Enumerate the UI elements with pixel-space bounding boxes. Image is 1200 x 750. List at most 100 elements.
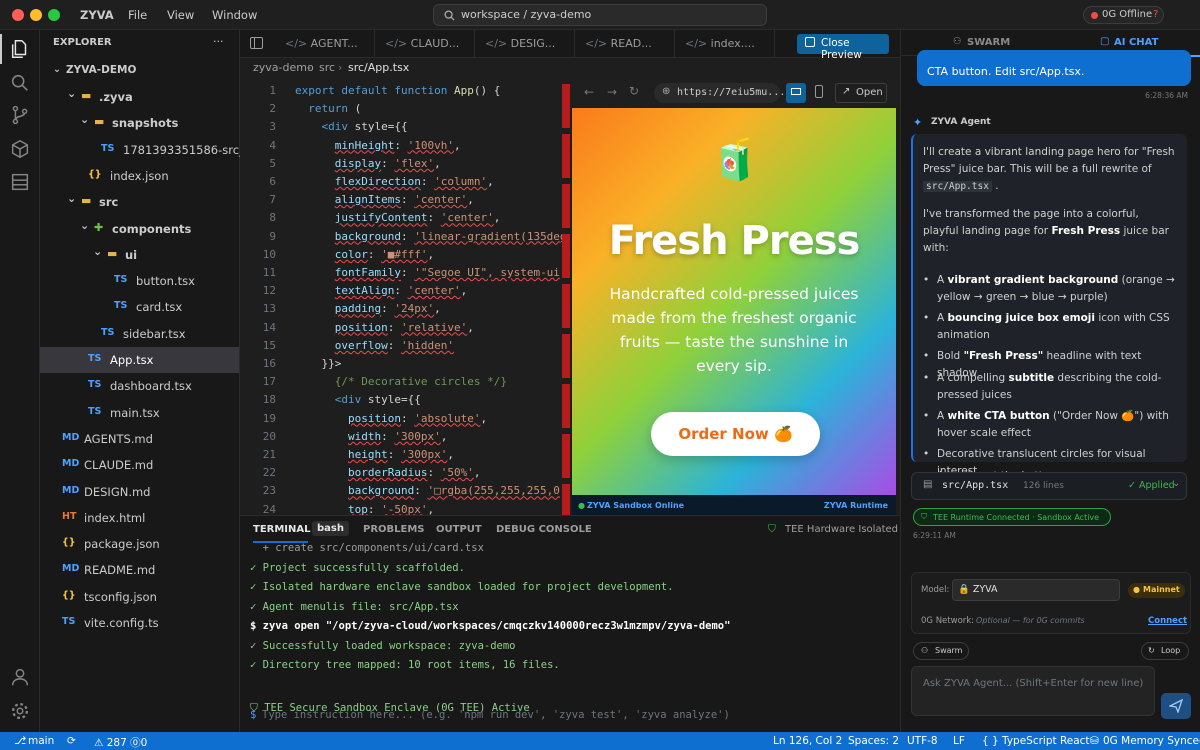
explorer-item[interactable]: TS App.tsx bbox=[40, 347, 239, 373]
explorer-item[interactable]: MD CLAUDE.md bbox=[40, 452, 239, 478]
minimize-window-button[interactable] bbox=[30, 9, 42, 21]
tab-design[interactable]: </> DESIG... bbox=[475, 30, 575, 58]
settings-gear-icon[interactable] bbox=[9, 700, 31, 722]
cube-icon[interactable] bbox=[9, 138, 31, 160]
files-icon[interactable] bbox=[9, 38, 31, 60]
explorer-item[interactable]: MD README.md bbox=[40, 557, 239, 583]
search-icon[interactable] bbox=[9, 72, 31, 94]
close-preview-button[interactable]: Close Preview bbox=[797, 34, 889, 61]
chevron-down-icon[interactable]: ⌄ bbox=[1172, 478, 1180, 489]
close-window-button[interactable] bbox=[12, 9, 24, 21]
tab-debug-console[interactable]: DEBUG CONSOLE bbox=[496, 524, 592, 535]
og-network-input[interactable]: Optional — for 0G commits bbox=[976, 616, 1085, 625]
breadcrumb-item[interactable]: src bbox=[319, 61, 335, 74]
explorer-item[interactable]: TS dashboard.tsx bbox=[40, 373, 239, 399]
line-number: 3 bbox=[269, 120, 276, 134]
terminal-input[interactable]: Type instruction here... (e.g. 'npm run … bbox=[262, 709, 730, 721]
explorer-item[interactable]: TS card.tsx bbox=[40, 294, 239, 320]
source-control-icon[interactable] bbox=[9, 104, 31, 126]
explorer-item[interactable]: ⌄ ▬ ui bbox=[40, 242, 239, 268]
model-select[interactable]: 🔒 ZYVA bbox=[952, 579, 1120, 601]
explorer-item[interactable]: MD AGENTS.md bbox=[40, 426, 239, 452]
problems-count[interactable]: ⚠ 287 ⓪0 bbox=[94, 735, 147, 750]
terminal-line: ✓ Isolated hardware enclave sandbox load… bbox=[250, 581, 674, 593]
indent-setting[interactable]: Spaces: 2 bbox=[848, 735, 899, 747]
tab-problems[interactable]: PROBLEMS bbox=[363, 524, 425, 535]
network-status-badge[interactable]: 0G Offline ? bbox=[1083, 6, 1164, 24]
more-actions-icon[interactable]: ··· bbox=[213, 35, 224, 48]
line-endings[interactable]: LF bbox=[953, 735, 965, 747]
explorer-item-label: tsconfig.json bbox=[84, 589, 157, 604]
chat-input[interactable]: Ask ZYVA Agent... (Shift+Enter for new l… bbox=[911, 666, 1155, 716]
back-arrow-icon[interactable]: ← bbox=[584, 85, 594, 99]
tee-time: 6:29:11 AM bbox=[913, 531, 956, 540]
code-line: <div style={{ bbox=[321, 120, 408, 134]
forward-arrow-icon[interactable]: → bbox=[607, 85, 617, 99]
file-type-icon: TS bbox=[88, 405, 102, 417]
loop-button[interactable]: ↻ Loop bbox=[1141, 642, 1189, 660]
sync-icon[interactable]: ⟳ bbox=[67, 735, 76, 747]
code-line: minHeight: '100vh', bbox=[334, 138, 461, 152]
connect-link[interactable]: Connect bbox=[1148, 616, 1187, 626]
explorer-item[interactable]: TS button.tsx bbox=[40, 268, 239, 294]
tab-output[interactable]: OUTPUT bbox=[436, 524, 482, 535]
explorer-item[interactable]: HT index.html bbox=[40, 505, 239, 531]
account-icon[interactable] bbox=[9, 666, 31, 688]
breadcrumb-item[interactable]: zyva-demo bbox=[253, 61, 314, 74]
file-icon: ▤ bbox=[923, 479, 933, 490]
explorer-item[interactable]: {} package.json bbox=[40, 531, 239, 557]
error-gutter-markers bbox=[562, 84, 570, 515]
mobile-view-icon[interactable] bbox=[815, 85, 823, 98]
tab-agents[interactable]: </> AGENT... bbox=[275, 30, 375, 58]
file-encoding[interactable]: UTF-8 bbox=[907, 735, 938, 747]
explorer-item[interactable]: TS sidebar.tsx bbox=[40, 321, 239, 347]
swarm-button[interactable]: ⚇ Swarm bbox=[913, 642, 969, 660]
tab-index[interactable]: </> index.... bbox=[675, 30, 775, 58]
help-icon[interactable]: ? bbox=[1153, 9, 1158, 20]
explorer-item[interactable]: ⌄ ▬ .zyva bbox=[40, 84, 239, 110]
tab-bash[interactable]: bash bbox=[312, 521, 349, 536]
workspace-root[interactable]: ⌄ ZYVA-DEMO bbox=[40, 58, 239, 84]
tab-readme[interactable]: </> READ... bbox=[575, 30, 675, 58]
file-change-card[interactable]: ▤ src/App.tsx 126 lines ✓ Applied ⌄ bbox=[911, 472, 1187, 500]
tab-terminal[interactable]: TERMINAL bbox=[253, 524, 311, 535]
git-branch[interactable]: main bbox=[28, 735, 54, 747]
code-line: }}> bbox=[295, 357, 342, 370]
preview-viewport[interactable]: 🧃 Fresh Press Handcrafted cold-pressed j… bbox=[572, 108, 896, 495]
explorer-item[interactable]: ⌄ ✚ components bbox=[40, 216, 239, 242]
code-editor[interactable]: 1 export default function App() {2 return… bbox=[240, 78, 570, 515]
explorer-item[interactable]: {} index.json bbox=[40, 163, 239, 189]
preview-url-bar[interactable]: ⊕ https://7eiu5mu... bbox=[654, 83, 785, 103]
command-search[interactable]: workspace / zyva-demo bbox=[433, 4, 767, 26]
menu-view[interactable]: View bbox=[167, 8, 194, 22]
explorer-item-label: dashboard.tsx bbox=[110, 379, 192, 394]
desktop-view-icon[interactable] bbox=[786, 83, 806, 103]
chevron-down-icon: ⌄ bbox=[67, 192, 77, 206]
tab-claude[interactable]: </> CLAUD... bbox=[375, 30, 475, 58]
tee-runtime-badge[interactable]: ⛉ TEE Runtime Connected · Sandbox Active bbox=[913, 508, 1111, 526]
order-now-button[interactable]: Order Now 🍊 bbox=[651, 412, 820, 456]
language-mode[interactable]: { } TypeScript React bbox=[982, 735, 1090, 747]
maximize-window-button[interactable] bbox=[48, 9, 60, 21]
menu-file[interactable]: File bbox=[128, 8, 147, 22]
reload-icon[interactable]: ↻ bbox=[629, 84, 639, 98]
swarm-tab-icon: ⚇ bbox=[953, 36, 962, 47]
layout-icon[interactable] bbox=[9, 171, 31, 193]
explorer-item[interactable]: MD DESIGN.md bbox=[40, 479, 239, 505]
component-icon: ✚ bbox=[94, 220, 104, 234]
explorer-item[interactable]: TS main.tsx bbox=[40, 400, 239, 426]
tab-swarm[interactable]: SWARM bbox=[967, 37, 1010, 48]
explorer-item[interactable]: TS vite.config.ts bbox=[40, 610, 239, 636]
tab-ai-chat[interactable]: AI CHAT bbox=[1114, 37, 1158, 48]
breadcrumb-item[interactable]: src/App.tsx bbox=[348, 61, 409, 74]
explorer-item[interactable]: TS 1781393351586-src_App.t... bbox=[40, 137, 286, 163]
menu-window[interactable]: Window bbox=[212, 8, 257, 22]
open-preview-button[interactable]: ↗ Open bbox=[835, 83, 887, 103]
explorer-item[interactable]: ⌄ ▬ snapshots bbox=[40, 110, 239, 136]
cursor-position[interactable]: Ln 126, Col 2 bbox=[773, 735, 842, 747]
explorer-item[interactable]: ⌄ ▬ src bbox=[40, 189, 239, 215]
toggle-sidebar-icon[interactable] bbox=[250, 37, 263, 49]
explorer-item[interactable]: {} tsconfig.json bbox=[40, 584, 239, 610]
code-line: background: '□rgba(255,255,255,0 bbox=[347, 484, 560, 498]
send-button[interactable] bbox=[1161, 693, 1191, 719]
